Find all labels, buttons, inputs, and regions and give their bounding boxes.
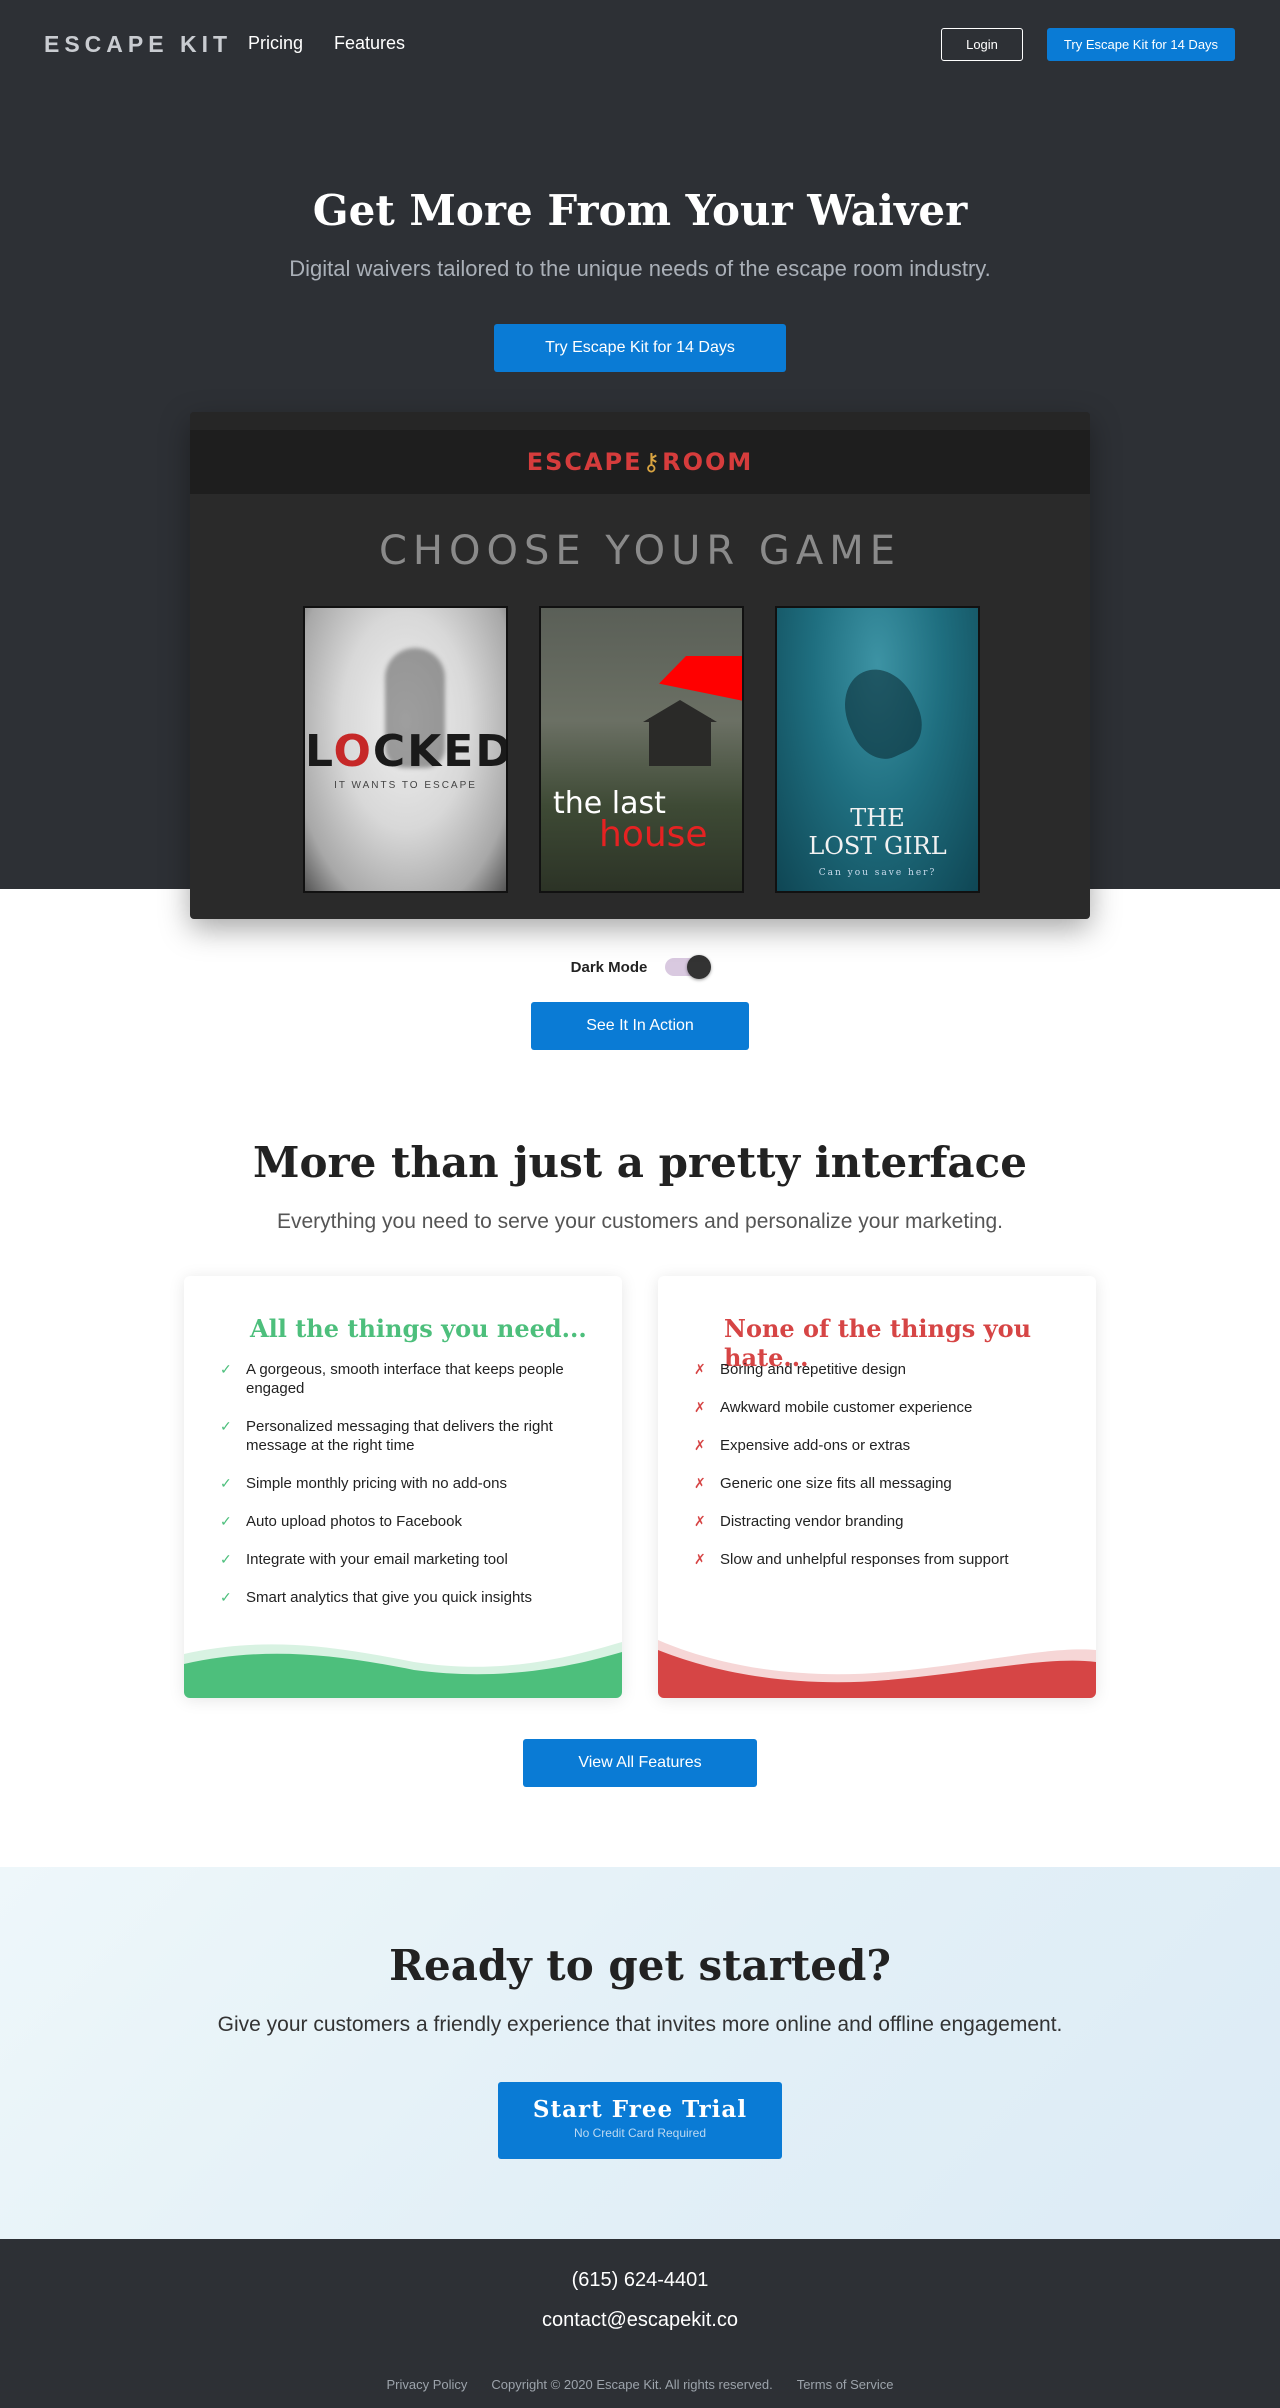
poster-last-house[interactable]: the last house xyxy=(539,606,744,893)
privacy-policy-link[interactable]: Privacy Policy xyxy=(386,2377,467,2392)
top-nav: ESCAPE KIT Pricing Features Login Try Es… xyxy=(0,0,1280,90)
terms-link[interactable]: Terms of Service xyxy=(797,2377,894,2392)
login-button[interactable]: Login xyxy=(941,28,1023,61)
cta-title: Ready to get started? xyxy=(389,1941,891,1990)
nav-features[interactable]: Features xyxy=(334,33,405,54)
list-item: ✗ Awkward mobile customer experience xyxy=(694,1398,1066,1417)
list-item: ✗ Slow and unhelpful responses from suppo… xyxy=(694,1550,1066,1569)
check-icon: ✓ xyxy=(220,1361,232,1377)
list-item: ✓ Simple monthly pricing with no add-ons xyxy=(220,1474,592,1493)
list-item-text: A gorgeous, smooth interface that keeps … xyxy=(246,1361,564,1397)
view-all-features-button[interactable]: View All Features xyxy=(523,1739,757,1787)
footer-legal: Privacy Policy Copyright © 2020 Escape K… xyxy=(0,2377,1280,2392)
list-item-text: Integrate with your email marketing tool xyxy=(246,1551,508,1568)
logo[interactable]: ESCAPE KIT xyxy=(44,31,232,58)
check-icon: ✓ xyxy=(220,1475,232,1491)
cta-section: Ready to get started? Give your customer… xyxy=(0,1867,1280,2239)
check-icon: ✓ xyxy=(220,1589,232,1605)
cta-button-sublabel: No Credit Card Required xyxy=(573,2126,707,2140)
cross-icon: ✗ xyxy=(694,1399,706,1415)
hero-trial-button[interactable]: Try Escape Kit for 14 Days xyxy=(494,324,786,372)
start-free-trial-button[interactable]: Start Free Trial No Credit Card Required xyxy=(498,2082,782,2159)
nav-trial-button[interactable]: Try Escape Kit for 14 Days xyxy=(1047,28,1235,61)
choose-game-heading: CHOOSE YOUR GAME xyxy=(378,528,901,574)
cross-icon: ✗ xyxy=(694,1513,706,1529)
need-card-title: All the things you need... xyxy=(250,1314,587,1343)
poster-row: LOCKED IT WANTS TO ESCAPE the last house… xyxy=(303,606,980,893)
hero-subtitle: Digital waivers tailored to the unique n… xyxy=(289,256,991,281)
cross-icon: ✗ xyxy=(694,1437,706,1453)
poster-last-house-title-2: house xyxy=(599,814,708,855)
list-item-text: Smart analytics that give you quick insi… xyxy=(246,1589,532,1606)
brand-right: ROOM xyxy=(662,448,754,476)
poster-lost-girl-title: THE LOST GIRL xyxy=(777,804,978,860)
copyright-text: Copyright © 2020 Escape Kit. All rights … xyxy=(491,2377,773,2392)
list-item: ✗ Boring and repetitive design xyxy=(694,1360,1066,1379)
hero-title: Get More From Your Waiver xyxy=(312,186,968,235)
list-item: ✓ Integrate with your email marketing too… xyxy=(220,1550,592,1569)
nav-pricing[interactable]: Pricing xyxy=(248,33,303,54)
list-item: ✓ A gorgeous, smooth interface that keeps… xyxy=(220,1360,592,1398)
features-title: More than just a pretty interface xyxy=(253,1138,1027,1187)
list-item-text: Awkward mobile customer experience xyxy=(720,1399,973,1416)
escape-room-logo: ESCAPE⚷ROOM xyxy=(527,448,754,476)
hate-list: ✗ Boring and repetitive design ✗ Awkward m… xyxy=(694,1360,1066,1588)
footer-email[interactable]: contact@escapekit.co xyxy=(0,2309,1280,2332)
features-subtitle: Everything you need to serve your custom… xyxy=(276,1210,1004,1233)
list-item: ✗ Generic one size fits all messaging xyxy=(694,1474,1066,1493)
list-item: ✓ Personalized messaging that delivers th… xyxy=(220,1417,592,1455)
red-banner xyxy=(659,656,742,702)
list-item-text: Generic one size fits all messaging xyxy=(720,1475,952,1492)
check-icon: ✓ xyxy=(220,1551,232,1567)
list-item-text: Boring and repetitive design xyxy=(720,1361,906,1378)
need-list: ✓ A gorgeous, smooth interface that keeps… xyxy=(220,1360,592,1626)
hate-card: None of the things you hate... ✗ Boring a… xyxy=(658,1276,1096,1698)
app-preview: ESCAPE⚷ROOM CHOOSE YOUR GAME LOCKED IT W… xyxy=(190,412,1090,919)
cross-icon: ✗ xyxy=(694,1551,706,1567)
preview-top-strip xyxy=(190,412,1090,430)
list-item: ✓ Auto upload photos to Facebook xyxy=(220,1512,592,1531)
list-item-text: Personalized messaging that delivers the… xyxy=(246,1418,553,1454)
list-item-text: Expensive add-ons or extras xyxy=(720,1437,911,1454)
brand-left: ESCAPE xyxy=(526,448,643,476)
list-item: ✗ Expensive add-ons or extras xyxy=(694,1436,1066,1455)
list-item-text: Auto upload photos to Facebook xyxy=(246,1513,462,1530)
poster-locked[interactable]: LOCKED IT WANTS TO ESCAPE xyxy=(303,606,508,893)
need-card: All the things you need... ✓ A gorgeous, … xyxy=(184,1276,622,1698)
footer: (615) 624-4401 contact@escapekit.co Priv… xyxy=(0,2239,1280,2408)
cta-subtitle: Give your customers a friendly experienc… xyxy=(217,2013,1063,2036)
poster-lost-girl[interactable]: THE LOST GIRL Can you save her? xyxy=(775,606,980,893)
list-item: ✗ Distracting vendor branding xyxy=(694,1512,1066,1531)
poster-locked-title: LOCKED xyxy=(305,726,506,777)
green-wave xyxy=(184,1642,622,1698)
title-red-letter: O xyxy=(333,726,373,777)
list-item: ✓ Smart analytics that give you quick ins… xyxy=(220,1588,592,1607)
cross-icon: ✗ xyxy=(694,1475,706,1491)
title-line: LOST GIRL xyxy=(808,832,947,860)
dark-mode-label: Dark Mode xyxy=(570,958,648,976)
check-icon: ✓ xyxy=(220,1418,232,1434)
cta-button-label: Start Free Trial xyxy=(532,2096,748,2123)
title-part: CKED xyxy=(372,726,508,777)
diver-silhouette xyxy=(831,657,933,769)
cross-icon: ✗ xyxy=(694,1361,706,1377)
footer-phone[interactable]: (615) 624-4401 xyxy=(0,2269,1280,2292)
title-part: L xyxy=(305,726,334,777)
dark-mode-toggle[interactable] xyxy=(665,955,712,979)
check-icon: ✓ xyxy=(220,1513,232,1529)
house-silhouette xyxy=(649,718,711,766)
list-item-text: Slow and unhelpful responses from suppor… xyxy=(720,1551,1009,1568)
poster-locked-tagline: IT WANTS TO ESCAPE xyxy=(334,780,477,791)
key-icon: ⚷ xyxy=(642,448,663,476)
red-wave xyxy=(658,1640,1096,1698)
list-item-text: Simple monthly pricing with no add-ons xyxy=(246,1475,507,1492)
preview-header: ESCAPE⚷ROOM xyxy=(190,430,1090,494)
toggle-knob[interactable] xyxy=(687,955,712,979)
list-item-text: Distracting vendor branding xyxy=(720,1513,904,1530)
dark-mode-row: Dark Mode xyxy=(0,955,1280,979)
see-it-in-action-button[interactable]: See It In Action xyxy=(531,1002,749,1050)
poster-lost-girl-tagline: Can you save her? xyxy=(818,868,937,878)
title-line: THE xyxy=(850,804,905,832)
